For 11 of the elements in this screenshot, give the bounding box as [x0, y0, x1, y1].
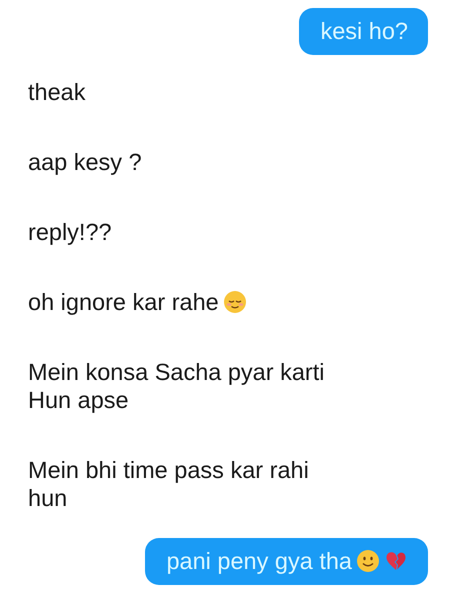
broken-heart-icon — [384, 549, 408, 573]
smiling-face-icon — [356, 549, 380, 573]
received-message: Mein bhi time pass kar rahi hun — [28, 456, 310, 512]
received-message: theak — [28, 78, 86, 106]
message-text: oh ignore kar rahe — [28, 289, 219, 315]
sent-message-bubble: kesi ho? — [299, 8, 428, 55]
received-message: reply!?? — [28, 218, 112, 246]
received-message: Mein konsa Sacha pyar karti Hun apse — [28, 358, 326, 414]
received-message: aap kesy ? — [28, 148, 142, 176]
relieved-face-icon — [222, 290, 247, 314]
message-text: pani peny gya tha — [166, 548, 352, 574]
